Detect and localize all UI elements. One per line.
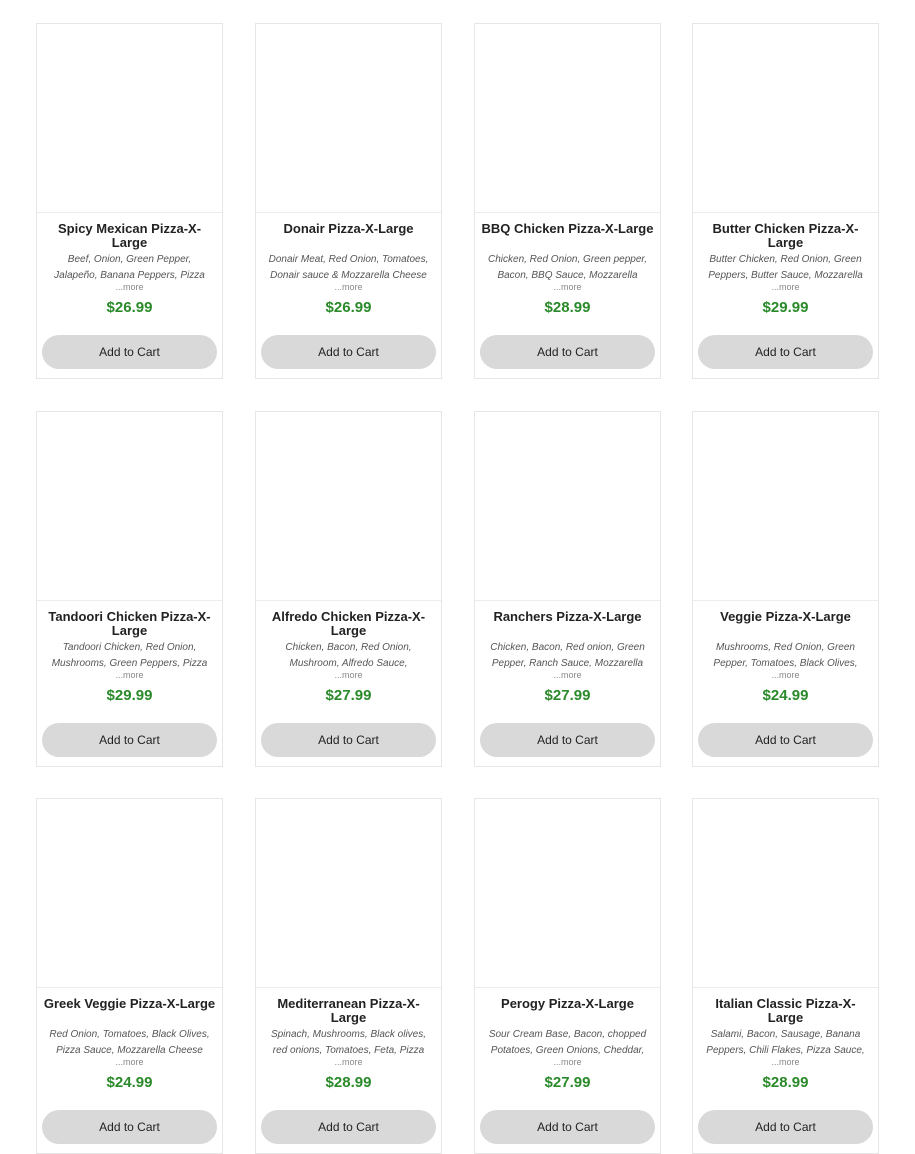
product-image[interactable] <box>693 799 878 988</box>
add-to-cart-button[interactable]: Add to Cart <box>698 723 873 757</box>
product-description: Sour Cream Base, Bacon, chopped Potatoes… <box>488 1029 647 1056</box>
more-link[interactable]: ...more <box>37 669 222 681</box>
product-price: $26.99 <box>106 299 153 316</box>
product-name[interactable]: Mediterranean Pizza-X-Large <box>262 997 435 1025</box>
more-link[interactable]: ...more <box>693 281 878 293</box>
add-to-cart-button[interactable]: Add to Cart <box>480 335 655 369</box>
product-price: $27.99 <box>544 687 591 704</box>
product-price: $24.99 <box>106 1074 153 1091</box>
product-image[interactable] <box>256 799 441 988</box>
add-to-cart-button[interactable]: Add to Cart <box>261 335 436 369</box>
product-description: Beef, Onion, Green Pepper, Jalapeño, Ban… <box>54 254 205 281</box>
product-name[interactable]: Spicy Mexican Pizza-X-Large <box>43 222 216 250</box>
product-price: $28.99 <box>544 299 591 316</box>
product-description: Salami, Bacon, Sausage, Banana Peppers, … <box>706 1029 865 1056</box>
product-name[interactable]: Ranchers Pizza-X-Large <box>481 610 654 624</box>
product-price: $26.99 <box>325 299 372 316</box>
add-to-cart-button[interactable]: Add to Cart <box>42 335 217 369</box>
product-name[interactable]: BBQ Chicken Pizza-X-Large <box>481 222 654 236</box>
product-description: Butter Chicken, Red Onion, Green Peppers… <box>708 254 863 281</box>
more-link[interactable]: ...more <box>256 669 441 681</box>
product-description: Donair Meat, Red Onion, Tomatoes, Donair… <box>268 254 429 281</box>
add-to-cart-button[interactable]: Add to Cart <box>42 1110 217 1144</box>
product-image[interactable] <box>37 412 222 601</box>
product-card[interactable]: Greek Veggie Pizza-X-Large Red Onion, To… <box>36 798 223 1154</box>
add-to-cart-button[interactable]: Add to Cart <box>42 723 217 757</box>
product-description: Chicken, Bacon, Red onion, Green Pepper,… <box>490 642 645 669</box>
product-image[interactable] <box>256 24 441 213</box>
product-image[interactable] <box>37 799 222 988</box>
product-card[interactable]: Ranchers Pizza-X-Large Chicken, Bacon, R… <box>474 411 661 767</box>
product-image[interactable] <box>256 412 441 601</box>
more-link[interactable]: ...more <box>693 669 878 681</box>
product-price: $29.99 <box>106 687 153 704</box>
product-price: $27.99 <box>325 687 372 704</box>
more-link[interactable]: ...more <box>475 669 660 681</box>
product-image[interactable] <box>37 24 222 213</box>
product-description: Tandoori Chicken, Red Onion, Mushrooms, … <box>51 642 208 669</box>
product-card[interactable]: BBQ Chicken Pizza-X-Large Chicken, Red O… <box>474 23 661 379</box>
product-description: Chicken, Bacon, Red Onion, Mushroom, Alf… <box>285 642 412 669</box>
product-price: $28.99 <box>325 1074 372 1091</box>
product-price: $28.99 <box>762 1074 809 1091</box>
product-card[interactable]: Italian Classic Pizza-X-Large Salami, Ba… <box>692 798 879 1154</box>
product-name[interactable]: Italian Classic Pizza-X-Large <box>699 997 872 1025</box>
add-to-cart-button[interactable]: Add to Cart <box>261 1110 436 1144</box>
more-link[interactable]: ...more <box>256 281 441 293</box>
more-link[interactable]: ...more <box>37 1056 222 1068</box>
add-to-cart-button[interactable]: Add to Cart <box>480 1110 655 1144</box>
product-card[interactable]: Donair Pizza-X-Large Donair Meat, Red On… <box>255 23 442 379</box>
product-card[interactable]: Alfredo Chicken Pizza-X-Large Chicken, B… <box>255 411 442 767</box>
product-name[interactable]: Alfredo Chicken Pizza-X-Large <box>262 610 435 638</box>
product-image[interactable] <box>693 412 878 601</box>
product-card[interactable]: Spicy Mexican Pizza-X-Large Beef, Onion,… <box>36 23 223 379</box>
more-link[interactable]: ...more <box>475 281 660 293</box>
product-card[interactable]: Perogy Pizza-X-Large Sour Cream Base, Ba… <box>474 798 661 1154</box>
product-name[interactable]: Perogy Pizza-X-Large <box>481 997 654 1011</box>
more-link[interactable]: ...more <box>693 1056 878 1068</box>
product-grid: Spicy Mexican Pizza-X-Large Beef, Onion,… <box>0 0 915 1154</box>
product-card[interactable]: Mediterranean Pizza-X-Large Spinach, Mus… <box>255 798 442 1154</box>
product-card[interactable]: Veggie Pizza-X-Large Mushrooms, Red Onio… <box>692 411 879 767</box>
add-to-cart-button[interactable]: Add to Cart <box>261 723 436 757</box>
product-card[interactable]: Tandoori Chicken Pizza-X-Large Tandoori … <box>36 411 223 767</box>
product-name[interactable]: Tandoori Chicken Pizza-X-Large <box>43 610 216 638</box>
product-image[interactable] <box>475 799 660 988</box>
product-card[interactable]: Butter Chicken Pizza-X-Large Butter Chic… <box>692 23 879 379</box>
product-price: $27.99 <box>544 1074 591 1091</box>
add-to-cart-button[interactable]: Add to Cart <box>480 723 655 757</box>
product-name[interactable]: Butter Chicken Pizza-X-Large <box>699 222 872 250</box>
product-name[interactable]: Greek Veggie Pizza-X-Large <box>43 997 216 1011</box>
product-name[interactable]: Veggie Pizza-X-Large <box>699 610 872 624</box>
product-price: $24.99 <box>762 687 809 704</box>
product-name[interactable]: Donair Pizza-X-Large <box>262 222 435 236</box>
product-image[interactable] <box>475 412 660 601</box>
add-to-cart-button[interactable]: Add to Cart <box>698 1110 873 1144</box>
add-to-cart-button[interactable]: Add to Cart <box>698 335 873 369</box>
product-description: Mushrooms, Red Onion, Green Pepper, Toma… <box>713 642 858 669</box>
product-image[interactable] <box>693 24 878 213</box>
product-price: $29.99 <box>762 299 809 316</box>
product-description: Chicken, Red Onion, Green pepper, Bacon,… <box>488 254 647 281</box>
product-description: Spinach, Mushrooms, Black olives, red on… <box>270 1029 427 1056</box>
more-link[interactable]: ...more <box>475 1056 660 1068</box>
more-link[interactable]: ...more <box>37 281 222 293</box>
more-link[interactable]: ...more <box>256 1056 441 1068</box>
product-image[interactable] <box>475 24 660 213</box>
product-description: Red Onion, Tomatoes, Black Olives, Pizza… <box>49 1029 210 1056</box>
